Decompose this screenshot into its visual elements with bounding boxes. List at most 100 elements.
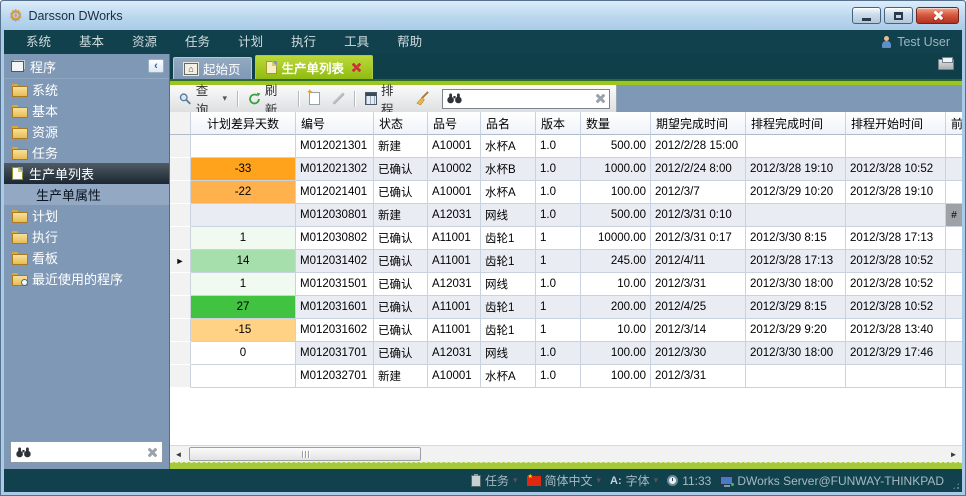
horizontal-scrollbar[interactable]: ◄ ►	[170, 445, 962, 462]
sidebar-item-3[interactable]: 任务	[4, 142, 169, 163]
tab-0[interactable]: ⌂起始页	[173, 57, 252, 79]
table-cell	[746, 135, 846, 158]
column-header-5[interactable]: 版本	[536, 112, 581, 135]
table-row[interactable]: 1M012030802已确认A11001齿轮1110000.002012/3/3…	[170, 227, 962, 250]
row-selector[interactable]	[170, 342, 191, 365]
table-cell-overflow	[946, 227, 962, 250]
row-selector[interactable]	[170, 319, 191, 342]
table-cell: 2012/3/29 10:20	[746, 181, 846, 204]
row-selector[interactable]: ►	[170, 250, 191, 273]
table-row[interactable]: M012030801新建A12031网线1.0500.002012/3/31 0…	[170, 204, 962, 227]
scrollbar-thumb[interactable]	[189, 447, 421, 461]
sidebar-item-6[interactable]: 计划	[4, 205, 169, 226]
language-menu[interactable]: 简体中文 ▾	[527, 472, 602, 489]
table-row[interactable]: 0M012031701已确认A12031网线1.0100.002012/3/30…	[170, 342, 962, 365]
toolbar-search-input[interactable]	[466, 92, 590, 106]
sidebar-collapse-button[interactable]: ‹	[148, 59, 164, 73]
font-label: 字体	[626, 472, 650, 489]
new-button[interactable]	[306, 90, 323, 107]
sidebar-search-clear-icon[interactable]	[146, 447, 157, 458]
table-cell: 2012/3/28 10:52	[846, 158, 946, 181]
sidebar-item-1[interactable]: 基本	[4, 100, 169, 121]
table-row[interactable]: ►14M012031402已确认A11001齿轮11245.002012/4/1…	[170, 250, 962, 273]
row-selector[interactable]	[170, 135, 191, 158]
sidebar-title: 程序	[30, 57, 56, 76]
menu-item-7[interactable]: 帮助	[383, 30, 436, 54]
edit-button[interactable]	[328, 90, 347, 107]
folder-icon	[12, 231, 26, 242]
table-cell	[846, 204, 946, 227]
column-header-4[interactable]: 品名	[481, 112, 536, 135]
menu-item-0[interactable]: 系统	[12, 30, 65, 54]
printer-icon[interactable]	[938, 59, 954, 70]
column-header-0[interactable]: 计划差异天数	[191, 112, 296, 135]
row-selector[interactable]	[170, 273, 191, 296]
column-header-1[interactable]: 编号	[296, 112, 374, 135]
menu-item-4[interactable]: 计划	[224, 30, 277, 54]
table-cell: 齿轮1	[481, 227, 536, 250]
table-row[interactable]: 27M012031601已确认A11001齿轮11200.002012/4/25…	[170, 296, 962, 319]
row-selector[interactable]	[170, 158, 191, 181]
sidebar-item-8[interactable]: 看板	[4, 247, 169, 268]
folder-icon	[12, 126, 26, 137]
app-window: ⚙ Darsson DWorks 系统基本资源任务计划执行工具帮助 Test U…	[0, 0, 966, 496]
table-cell: A11001	[428, 250, 481, 273]
table-row[interactable]: -15M012031602已确认A11001齿轮1110.002012/3/14…	[170, 319, 962, 342]
column-header-9[interactable]: 排程开始时间	[846, 112, 946, 135]
sidebar-item-5[interactable]: 生产单属性	[4, 184, 169, 205]
tab-close-icon[interactable]	[351, 62, 362, 73]
table-row[interactable]: M012021301新建A10001水杯A1.0500.002012/2/28 …	[170, 135, 962, 158]
scroll-right-arrow[interactable]: ►	[945, 446, 962, 462]
table-row[interactable]: M012032701新建A10001水杯A1.0100.002012/3/31	[170, 365, 962, 388]
table-cell: 已确认	[374, 227, 428, 250]
menu-item-1[interactable]: 基本	[65, 30, 118, 54]
cell-diff: 0	[191, 342, 296, 365]
table-cell: 2012/3/29 8:15	[746, 296, 846, 319]
clean-button[interactable]	[412, 89, 433, 108]
table-row[interactable]: -22M012021401已确认A10001水杯A1.0100.002012/3…	[170, 181, 962, 204]
sidebar-item-0[interactable]: 系统	[4, 79, 169, 100]
menu-item-2[interactable]: 资源	[118, 30, 171, 54]
table-cell: 2012/3/28 17:13	[846, 227, 946, 250]
row-selector[interactable]	[170, 204, 191, 227]
sidebar-item-9[interactable]: 最近使用的程序	[4, 268, 169, 289]
menu-item-3[interactable]: 任务	[171, 30, 224, 54]
minimize-button[interactable]	[852, 7, 881, 24]
column-header-10[interactable]: 前	[946, 112, 962, 135]
sidebar-search-input[interactable]	[36, 445, 141, 459]
table-cell: 水杯A	[481, 365, 536, 388]
toolbar-separator	[298, 91, 299, 107]
column-header-2[interactable]: 状态	[374, 112, 428, 135]
font-icon: A:	[610, 475, 622, 487]
column-header-7[interactable]: 期望完成时间	[651, 112, 746, 135]
row-selector[interactable]	[170, 296, 191, 319]
column-header-3[interactable]: 品号	[428, 112, 481, 135]
table-cell: 2012/3/28 19:10	[746, 158, 846, 181]
table-cell: 245.00	[581, 250, 651, 273]
scroll-left-arrow[interactable]: ◄	[170, 446, 187, 462]
sidebar: 程序 ‹ 系统基本资源任务生产单列表生产单属性计划执行看板最近使用的程序	[4, 54, 170, 469]
table-row[interactable]: 1M012031501已确认A12031网线1.010.002012/3/312…	[170, 273, 962, 296]
row-selector[interactable]	[170, 181, 191, 204]
close-button[interactable]	[916, 7, 959, 24]
column-header-6[interactable]: 数量	[581, 112, 651, 135]
table-cell: 2012/4/25	[651, 296, 746, 319]
table-cell: M012030802	[296, 227, 374, 250]
binoculars-icon	[16, 447, 31, 458]
row-selector[interactable]	[170, 365, 191, 388]
font-menu[interactable]: A: 字体 ▾	[610, 472, 658, 489]
sidebar-item-2[interactable]: 资源	[4, 121, 169, 142]
toolbar-search-clear-icon[interactable]	[594, 93, 605, 104]
folder-icon	[12, 84, 26, 95]
task-menu[interactable]: 任务 ▾	[471, 472, 518, 489]
menu-item-5[interactable]: 执行	[277, 30, 330, 54]
sidebar-item-4[interactable]: 生产单列表	[4, 163, 169, 184]
row-selector[interactable]	[170, 227, 191, 250]
table-row[interactable]: -33M012021302已确认A10002水杯B1.01000.002012/…	[170, 158, 962, 181]
maximize-button[interactable]	[884, 7, 913, 24]
sidebar-item-7[interactable]: 执行	[4, 226, 169, 247]
user-box[interactable]: Test User	[881, 35, 954, 49]
tab-1[interactable]: 生产单列表	[255, 55, 374, 79]
column-header-8[interactable]: 排程完成时间	[746, 112, 846, 135]
menu-item-6[interactable]: 工具	[330, 30, 383, 54]
